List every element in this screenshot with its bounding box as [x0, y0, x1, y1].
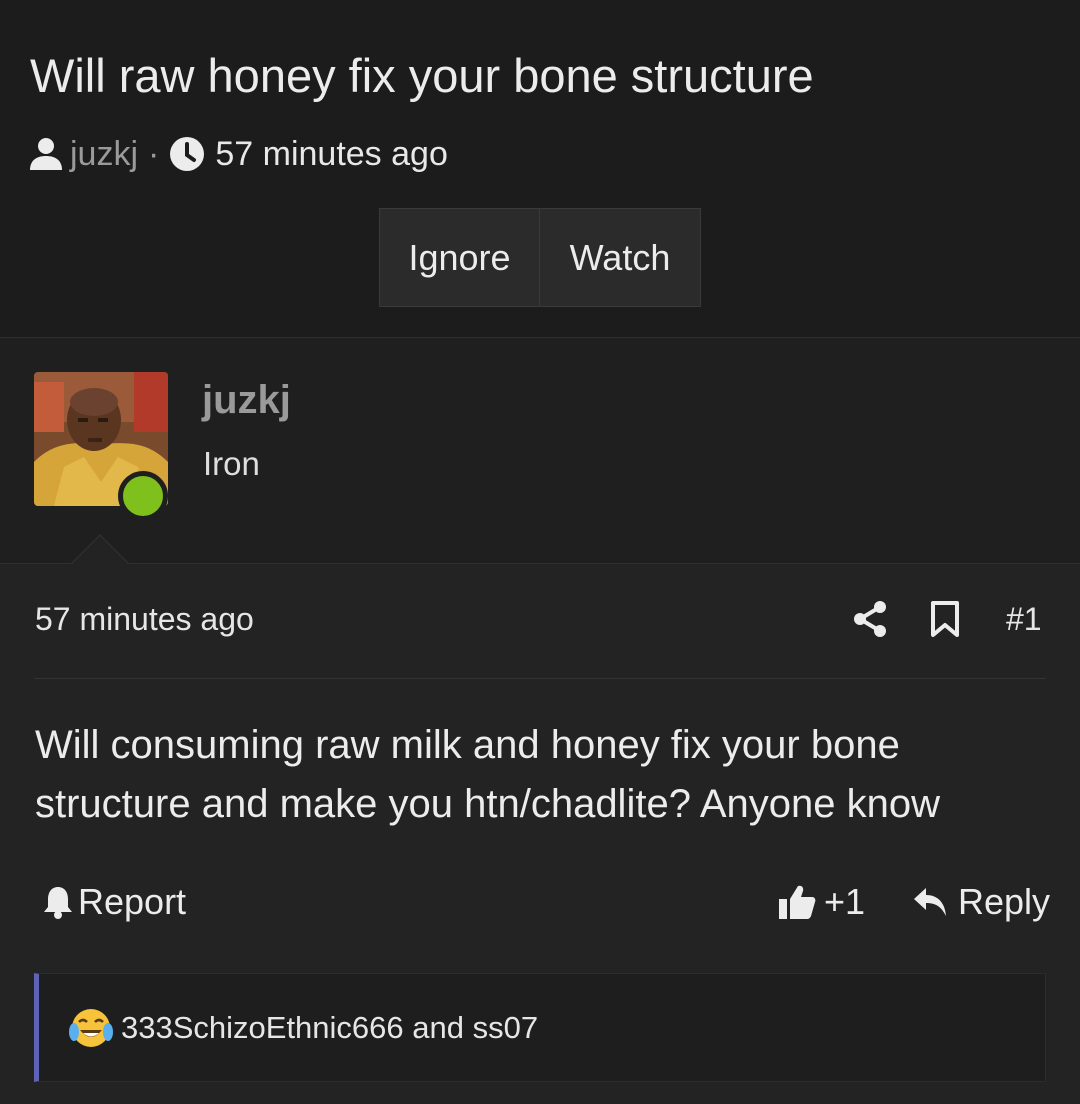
reaction-users: 333SchizoEthnic666 and ss07 [121, 1009, 539, 1045]
post-header-divider [34, 678, 1046, 679]
online-status-indicator [118, 471, 168, 521]
message-pointer-fill [72, 536, 128, 564]
thread-title: Will raw honey fix your bone structure [30, 49, 814, 102]
meta-separator: · [148, 134, 160, 173]
report-label: Report [78, 881, 187, 922]
post-user-block: juzkj Iron [0, 338, 1080, 564]
user-icon [30, 138, 62, 170]
user-title: Iron [203, 445, 260, 482]
post-time[interactable]: 57 minutes ago [35, 601, 254, 638]
ignore-button[interactable]: Ignore [380, 209, 540, 306]
reply-label: Reply [958, 881, 1051, 922]
thread-time: 57 minutes ago [215, 134, 448, 173]
thread-meta: juzkj · 57 minutes ago [28, 134, 448, 174]
report-button[interactable]: Report [42, 880, 186, 924]
post-body: Will consuming raw milk and honey fix yo… [35, 716, 1045, 834]
share-icon[interactable] [852, 600, 888, 638]
post-number[interactable]: #1 [1006, 601, 1042, 638]
reactions-bar[interactable]: 333SchizoEthnic666 and ss07 [34, 973, 1046, 1082]
reply-arrow-icon [914, 888, 946, 916]
bookmark-icon[interactable] [930, 600, 960, 638]
thread-author-link[interactable]: juzkj [70, 135, 138, 174]
thumbs-up-icon [779, 885, 816, 919]
reply-button[interactable]: Reply [912, 880, 1050, 924]
tears-of-joy-emoji-icon [69, 1008, 113, 1047]
post-username[interactable]: juzkj [202, 378, 291, 423]
bell-icon [44, 887, 72, 919]
post-body-line: structure and make you htn/chadlite? Any… [35, 782, 940, 826]
like-button[interactable]: +1 [778, 880, 865, 924]
clock-icon [170, 137, 205, 171]
watch-button[interactable]: Watch [540, 209, 700, 306]
thread-action-buttons: Ignore Watch [379, 208, 701, 307]
thread-header: Will raw honey fix your bone structure j… [0, 0, 1080, 338]
like-count: +1 [824, 881, 866, 922]
post-body-line: Will consuming raw milk and honey fix yo… [35, 723, 900, 767]
